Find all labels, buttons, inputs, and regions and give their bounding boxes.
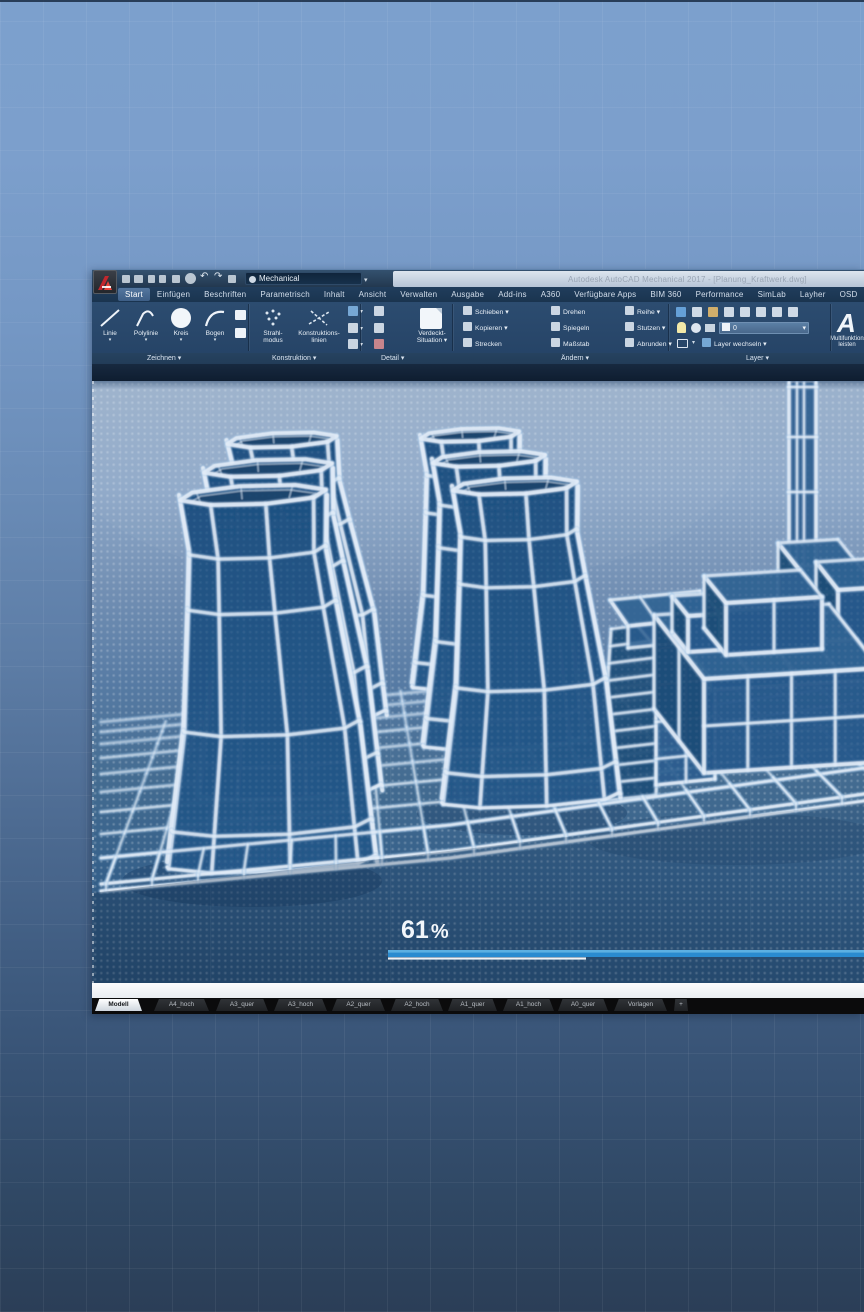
svg-text:61%: 61% — [401, 916, 449, 944]
